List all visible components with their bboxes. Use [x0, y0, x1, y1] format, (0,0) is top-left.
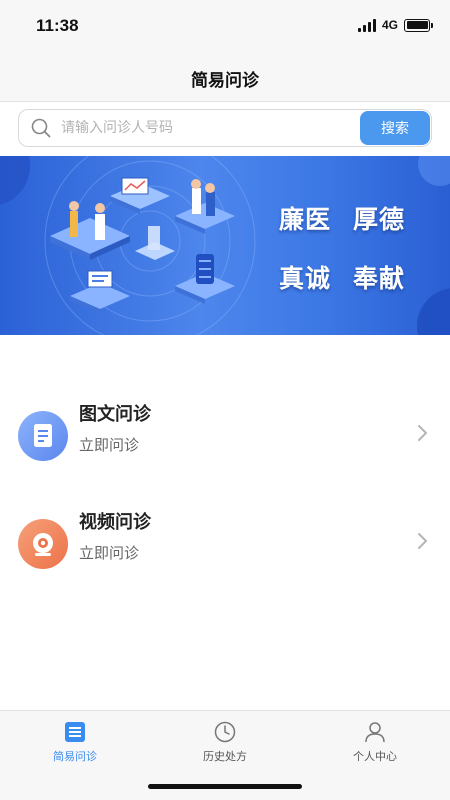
tab-personal-center[interactable]: 个人中心	[300, 717, 450, 777]
search-input[interactable]	[61, 110, 361, 146]
clock-icon	[214, 721, 236, 743]
nav-bar: 简易问诊	[0, 52, 450, 102]
tab-label: 历史处方	[203, 750, 247, 763]
banner-slogan: 真诚	[279, 264, 332, 293]
banner[interactable]: 廉医 厚德 真诚 奉献	[0, 156, 450, 335]
tab-label: 个人中心	[353, 750, 397, 763]
service-item-text-consultation[interactable]: 图文问诊 立即问诊	[0, 390, 450, 480]
banner-slogan: 奉献	[353, 264, 406, 293]
tab-history-prescriptions[interactable]: 历史处方	[150, 717, 300, 777]
person-icon	[365, 722, 385, 743]
status-time: 11:38	[36, 16, 79, 35]
service-subtitle: 立即问诊	[79, 544, 140, 562]
signal-icon	[357, 18, 376, 32]
home-indicator[interactable]	[148, 784, 302, 789]
list-icon	[65, 722, 85, 742]
service-item-video-consultation[interactable]: 视频问诊 立即问诊	[0, 498, 450, 588]
banner-slogan: 廉医	[279, 205, 332, 234]
camera-icon	[18, 519, 68, 569]
search-button[interactable]: 搜索	[360, 111, 430, 145]
page-title: 简易问诊	[191, 71, 259, 91]
status-indicators: 4G	[357, 18, 433, 32]
search-icon	[31, 118, 51, 138]
status-bar: 11:38 4G	[0, 0, 450, 52]
document-icon	[18, 411, 68, 461]
chevron-right-icon	[418, 425, 427, 441]
battery-icon	[404, 18, 433, 32]
search-bar: 搜索	[18, 109, 432, 147]
service-subtitle: 立即问诊	[79, 436, 140, 454]
tab-label: 简易问诊	[53, 750, 97, 763]
chevron-right-icon	[418, 533, 427, 549]
service-title: 图文问诊	[79, 404, 151, 425]
network-type: 4G	[381, 18, 398, 32]
tab-simple-consultation[interactable]: 简易问诊	[0, 717, 150, 777]
service-title: 视频问诊	[79, 512, 151, 533]
banner-illustration	[0, 156, 450, 335]
banner-slogan: 厚德	[353, 205, 406, 234]
